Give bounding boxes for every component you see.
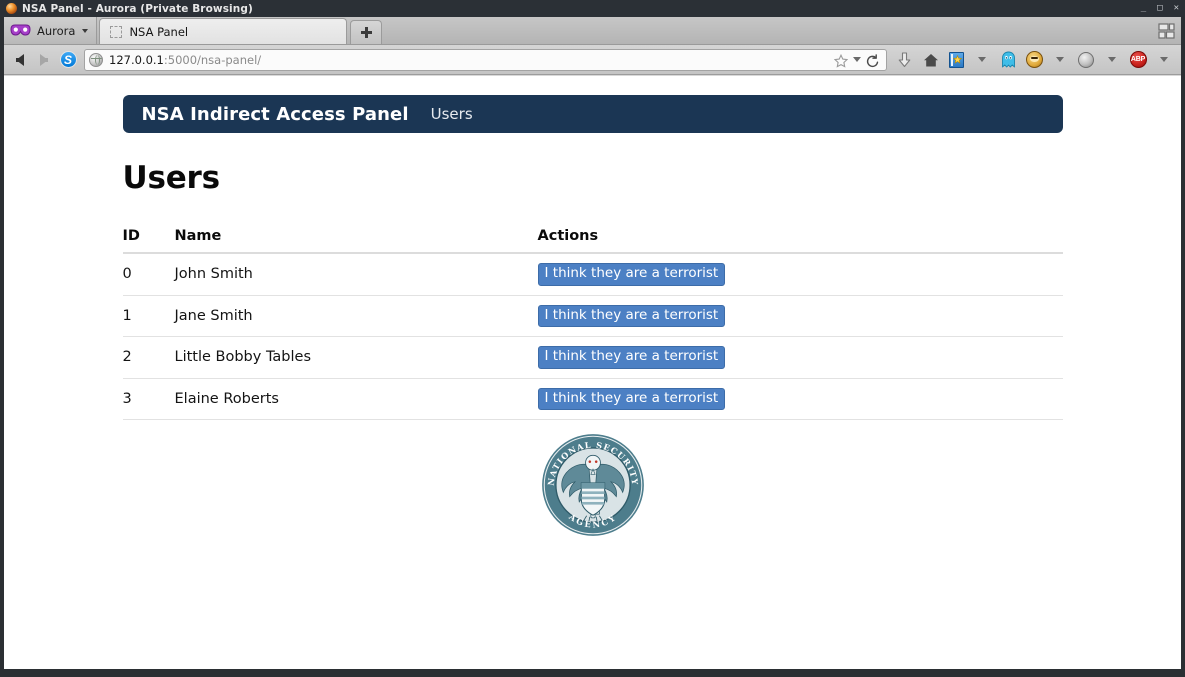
close-button[interactable]: ✕ bbox=[1174, 4, 1179, 13]
list-all-tabs-button[interactable] bbox=[1156, 20, 1178, 42]
tab-nsa-panel[interactable]: NSA Panel bbox=[99, 18, 348, 44]
ghostery-button[interactable] bbox=[996, 48, 1020, 72]
skype-icon: S bbox=[59, 51, 77, 68]
site-navbar: NSA Indirect Access Panel Users bbox=[122, 95, 1063, 133]
adblockplus-button[interactable]: ABP bbox=[1126, 48, 1150, 72]
cell-id: 0 bbox=[122, 252, 175, 296]
browser-chrome: Aurora NSA Panel S 127.0.0.1:5000/nsa-pa… bbox=[0, 17, 1185, 669]
globe-icon bbox=[89, 52, 103, 67]
aurora-menu-button[interactable]: Aurora bbox=[4, 17, 98, 44]
plus-icon bbox=[360, 27, 372, 38]
back-arrow-icon bbox=[16, 53, 24, 66]
bookmarks-button[interactable] bbox=[944, 48, 968, 72]
users-table-body: 0 John Smith I think they are a terroris… bbox=[122, 252, 1063, 421]
noscript-caret[interactable] bbox=[1100, 48, 1124, 72]
cell-actions: I think they are a terrorist bbox=[537, 294, 1063, 337]
url-bar[interactable]: 127.0.0.1:5000/nsa-panel/ bbox=[84, 48, 887, 71]
column-header-name: Name bbox=[174, 228, 538, 254]
download-arrow-icon bbox=[898, 51, 911, 68]
url-text: 127.0.0.1:5000/nsa-panel/ bbox=[109, 53, 261, 67]
table-row: 3 Elaine Roberts I think they are a terr… bbox=[122, 377, 1063, 421]
greasemonkey-caret[interactable] bbox=[1048, 48, 1072, 72]
browser-window: NSA Panel - Aurora (Private Browsing) _ … bbox=[0, 0, 1185, 677]
page-container: NSA Indirect Access Panel Users Users ID… bbox=[122, 76, 1063, 538]
skype-button[interactable]: S bbox=[57, 49, 79, 71]
cell-id: 2 bbox=[122, 336, 175, 379]
minimize-button[interactable]: _ bbox=[1141, 4, 1146, 13]
report-terrorist-button[interactable]: I think they are a terrorist bbox=[537, 304, 726, 328]
table-header-row: ID Name Actions bbox=[122, 228, 1063, 254]
home-icon bbox=[923, 53, 938, 67]
reload-icon[interactable] bbox=[866, 53, 880, 67]
site-brand[interactable]: NSA Indirect Access Panel bbox=[142, 104, 409, 125]
maximize-button[interactable]: □ bbox=[1157, 4, 1162, 13]
tab-title: NSA Panel bbox=[129, 24, 189, 39]
report-terrorist-button[interactable]: I think they are a terrorist bbox=[537, 346, 726, 369]
chevron-down-icon bbox=[978, 57, 986, 62]
list-all-tabs-icon bbox=[1158, 23, 1175, 39]
cell-actions: I think they are a terrorist bbox=[537, 252, 1063, 296]
bookmark-star-icon[interactable] bbox=[833, 53, 849, 68]
column-header-id: ID bbox=[122, 228, 175, 254]
private-browsing-mask-icon bbox=[10, 24, 31, 37]
cell-id: 3 bbox=[122, 377, 175, 421]
report-terrorist-button[interactable]: I think they are a terrorist bbox=[537, 387, 726, 411]
adblockplus-caret[interactable] bbox=[1152, 48, 1176, 72]
cell-name: Elaine Roberts bbox=[174, 377, 538, 421]
moon-globe-icon bbox=[1078, 51, 1094, 68]
bookmarks-caret[interactable] bbox=[970, 48, 994, 72]
page-viewport: NSA Indirect Access Panel Users Users ID… bbox=[4, 76, 1181, 669]
users-table: ID Name Actions 0 John Smith I think the… bbox=[122, 228, 1063, 421]
aurora-menu-label: Aurora bbox=[37, 23, 76, 38]
window-controls: _ □ ✕ bbox=[1141, 0, 1179, 17]
page-title: Users bbox=[122, 160, 221, 196]
table-row: 1 Jane Smith I think they are a terroris… bbox=[122, 294, 1063, 337]
home-button[interactable] bbox=[918, 48, 942, 72]
urlbar-actions bbox=[833, 53, 882, 68]
window-bottom-frame bbox=[0, 669, 1185, 677]
bookmarks-book-icon bbox=[948, 51, 964, 68]
url-path: :5000/nsa-panel/ bbox=[163, 52, 262, 67]
cell-name: Little Bobby Tables bbox=[174, 336, 538, 379]
monkey-icon bbox=[1025, 51, 1043, 68]
back-button[interactable] bbox=[9, 49, 31, 71]
chevron-down-icon[interactable] bbox=[853, 57, 861, 62]
nav-link-users[interactable]: Users bbox=[431, 105, 473, 123]
nsa-seal-image: NATIONAL SECURITY AGENCY bbox=[540, 433, 645, 538]
chevron-down-icon bbox=[1056, 57, 1064, 62]
noscript-button[interactable] bbox=[1074, 48, 1098, 72]
chevron-down-icon bbox=[1108, 57, 1116, 62]
cell-actions: I think they are a terrorist bbox=[537, 377, 1063, 421]
cell-actions: I think they are a terrorist bbox=[537, 336, 1063, 379]
abp-icon: ABP bbox=[1129, 51, 1147, 68]
cell-name: John Smith bbox=[174, 252, 538, 296]
cell-id: 1 bbox=[122, 294, 175, 337]
report-terrorist-button[interactable]: I think they are a terrorist bbox=[537, 263, 726, 286]
ghost-icon bbox=[1001, 51, 1016, 68]
table-row: 2 Little Bobby Tables I think they are a… bbox=[122, 336, 1063, 379]
downloads-button[interactable] bbox=[892, 48, 916, 72]
table-row: 0 John Smith I think they are a terroris… bbox=[122, 252, 1063, 296]
seal-container: NATIONAL SECURITY AGENCY bbox=[123, 432, 1063, 538]
window-title: NSA Panel - Aurora (Private Browsing) bbox=[22, 2, 253, 15]
users-table-head: ID Name Actions bbox=[122, 228, 1063, 254]
column-header-actions: Actions bbox=[537, 228, 1063, 254]
chevron-down-icon bbox=[1160, 57, 1168, 62]
new-tab-button[interactable] bbox=[350, 20, 383, 44]
web-page: NSA Indirect Access Panel Users Users ID… bbox=[4, 76, 1181, 538]
greasemonkey-button[interactable] bbox=[1022, 48, 1046, 72]
forward-arrow-icon bbox=[40, 53, 48, 66]
forward-button bbox=[33, 49, 55, 71]
aurora-globe-icon bbox=[6, 3, 17, 14]
navigation-toolbar: S 127.0.0.1:5000/nsa-panel/ ABP bbox=[4, 45, 1181, 75]
tab-strip: Aurora NSA Panel bbox=[4, 17, 1181, 45]
cell-name: Jane Smith bbox=[174, 294, 538, 337]
window-titlebar: NSA Panel - Aurora (Private Browsing) _ … bbox=[0, 0, 1185, 17]
chevron-down-icon bbox=[82, 28, 89, 33]
url-host: 127.0.0.1 bbox=[109, 52, 164, 67]
blank-favicon bbox=[110, 25, 123, 38]
